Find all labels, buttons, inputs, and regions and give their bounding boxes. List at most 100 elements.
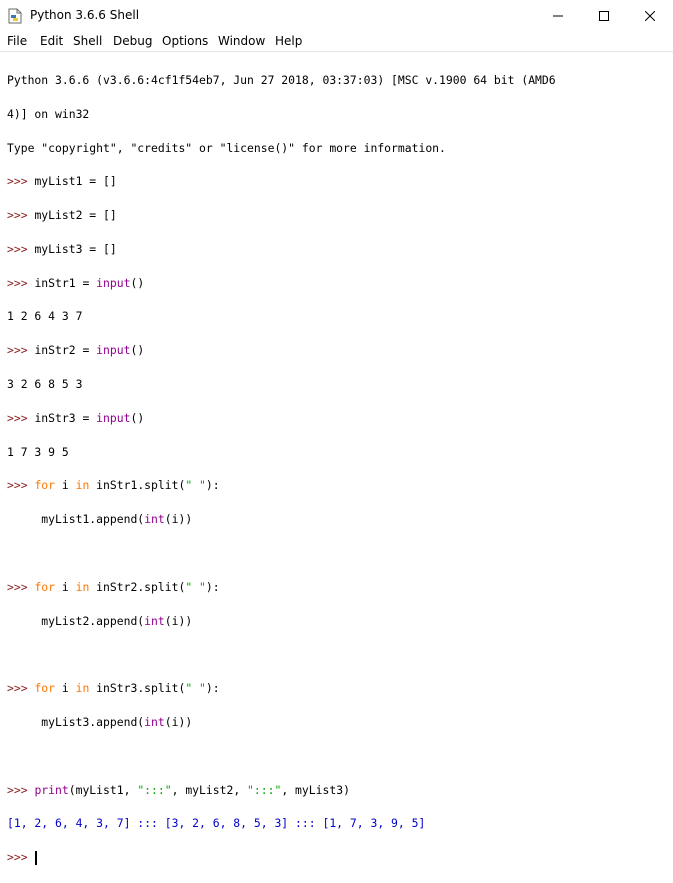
user-input-line: 3 2 6 8 5 3 (7, 377, 83, 392)
string-literal: " " (185, 579, 206, 594)
string-literal: ":::" (137, 782, 172, 797)
window-title: Python 3.6.6 Shell (30, 8, 140, 22)
string-literal: ":::" (247, 782, 282, 797)
input-line: >>> myList2 = [] (7, 207, 556, 224)
code-text: inStr2 = (34, 343, 97, 358)
prompt: >>> (7, 241, 28, 256)
code-text: myList3 = [] (34, 241, 117, 256)
prompt: >>> (7, 174, 28, 189)
banner-line: Type "copyright", "credits" or "license(… (7, 140, 446, 155)
input-line: >>> for i in inStr3.split(" "): (7, 680, 556, 697)
input-line: myList2.append(int(i)) (7, 613, 556, 630)
close-icon (645, 10, 655, 21)
code-text: myList2.append( (41, 613, 145, 628)
string-literal: " " (185, 681, 206, 696)
code-text: ): (205, 579, 220, 594)
shell-transcript: Python 3.6.6 (v3.6.6:4cf1f54eb7, Jun 27 … (7, 55, 556, 883)
builtin-name: print (34, 782, 69, 797)
menu-debug[interactable]: Debug (113, 34, 152, 48)
code-text: inStr1 = (34, 275, 97, 290)
input-line: >>> for i in inStr1.split(" "): (7, 477, 556, 494)
input-line: >>> myList1 = [] (7, 173, 556, 190)
code-text: , myList2, (171, 782, 248, 797)
python-file-icon (8, 8, 22, 24)
prompt: >>> (7, 850, 28, 865)
menu-options[interactable]: Options (162, 34, 208, 48)
builtin-name: input (96, 410, 131, 425)
menu-bar: File Edit Shell Debug Options Window Hel… (0, 31, 673, 52)
keyword: for (34, 681, 56, 696)
code-text: () (130, 343, 145, 358)
input-line: myList1.append(int(i)) (7, 511, 556, 528)
builtin-name: input (96, 275, 131, 290)
code-text: (i)) (164, 512, 193, 527)
menu-window[interactable]: Window (218, 34, 265, 48)
code-text: () (130, 275, 145, 290)
input-line: >>> inStr3 = input() (7, 410, 556, 427)
prompt: >>> (7, 579, 28, 594)
user-input-line: 1 7 3 9 5 (7, 444, 69, 459)
keyword: in (75, 478, 90, 493)
keyword: in (75, 681, 90, 696)
code-text: myList1 = [] (34, 174, 117, 189)
input-line: >>> inStr1 = input() (7, 275, 556, 292)
user-input-line: 1 2 6 4 3 7 (7, 309, 83, 324)
prompt: >>> (7, 343, 28, 358)
input-line: >>> inStr2 = input() (7, 342, 556, 359)
close-button[interactable] (627, 0, 673, 31)
title-bar: Python 3.6.6 Shell (0, 0, 673, 31)
code-text: myList3.append( (41, 715, 145, 730)
string-literal: " " (185, 478, 206, 493)
input-line: >>> for i in inStr2.split(" "): (7, 579, 556, 596)
builtin-name: int (144, 613, 165, 628)
keyword: for (34, 478, 56, 493)
minimize-button[interactable] (535, 0, 581, 31)
maximize-button[interactable] (581, 0, 627, 31)
active-prompt-line[interactable]: >>> (7, 849, 556, 866)
code-text: inStr1.split( (89, 478, 186, 493)
builtin-name: int (144, 715, 165, 730)
code-text: myList1.append( (41, 512, 145, 527)
code-text: myList2 = [] (34, 208, 117, 223)
input-line: myList3.append(int(i)) (7, 714, 556, 731)
prompt: >>> (7, 275, 28, 290)
prompt: >>> (7, 410, 28, 425)
keyword: in (75, 579, 90, 594)
text-cursor (35, 850, 38, 865)
prompt: >>> (7, 681, 28, 696)
code-text: i (55, 579, 76, 594)
maximize-icon (599, 10, 609, 21)
builtin-name: int (144, 512, 165, 527)
code-text: inStr2.split( (89, 579, 186, 594)
output-line: [1, 2, 6, 4, 3, 7] ::: [3, 2, 6, 8, 5, 3… (7, 816, 426, 831)
banner-line: Python 3.6.6 (v3.6.6:4cf1f54eb7, Jun 27 … (7, 72, 556, 87)
prompt: >>> (7, 208, 28, 223)
code-text: ): (205, 681, 220, 696)
minimize-icon (553, 15, 563, 16)
shell-text-area[interactable]: Python 3.6.6 (v3.6.6:4cf1f54eb7, Jun 27 … (0, 52, 673, 865)
code-text: (i)) (164, 613, 193, 628)
menu-help[interactable]: Help (275, 34, 302, 48)
code-text: i (55, 478, 76, 493)
code-text: , myList3) (281, 782, 350, 797)
code-text: (i)) (164, 715, 193, 730)
code-text: (myList1, (68, 782, 138, 797)
code-text: inStr3 = (34, 410, 97, 425)
code-text: i (55, 681, 76, 696)
code-text: ): (205, 478, 220, 493)
prompt: >>> (7, 478, 28, 493)
code-text: inStr3.split( (89, 681, 186, 696)
menu-edit[interactable]: Edit (40, 34, 63, 48)
code-text: () (130, 410, 145, 425)
menu-shell[interactable]: Shell (73, 34, 102, 48)
menu-file[interactable]: File (7, 34, 27, 48)
input-line: >>> myList3 = [] (7, 241, 556, 258)
keyword: for (34, 579, 56, 594)
banner-line: 4)] on win32 (7, 106, 90, 121)
